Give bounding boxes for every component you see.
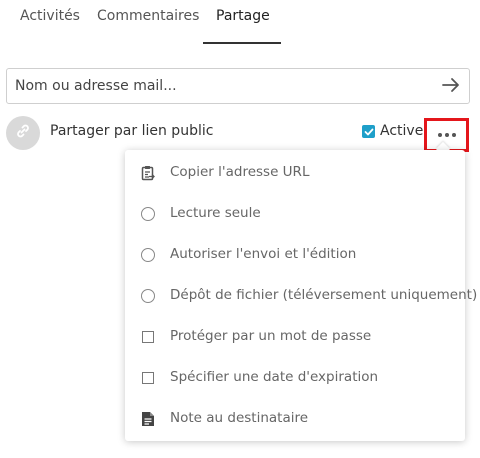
radio-icon [140,247,156,263]
note-icon [140,411,156,427]
link-avatar [6,116,40,150]
tab-activites[interactable]: Activités [20,8,80,24]
share-with-field [6,68,470,104]
menu-label-file-drop: Dépôt de fichier (téléversement uniqueme… [170,287,478,303]
public-link-row: Partager par lien public Activer [0,114,480,150]
public-link-label: Partager par lien public [50,123,214,139]
menu-label-password-protect: Protéger par un mot de passe [170,328,372,344]
share-with-input[interactable] [7,69,427,103]
enable-public-link-label[interactable]: Activer [380,123,429,139]
menu-item-read-only[interactable]: Lecture seule [125,193,465,234]
menu-item-copy-url[interactable]: Copier l'adresse URL [125,152,465,193]
ellipsis-icon [437,133,456,137]
menu-item-note-to-recipient[interactable]: Note au destinataire [125,398,465,439]
radio-icon [140,206,156,222]
tab-bar: Activités Commentaires Partage [0,0,480,44]
menu-item-expiration-date[interactable]: Spécifier une date d'expiration [125,357,465,398]
share-options-menu: Copier l'adresse URL Lecture seule Autor… [125,150,477,441]
menu-label-copy-url: Copier l'adresse URL [170,164,310,180]
active-tab-indicator [203,42,281,44]
menu-item-allow-upload-edit[interactable]: Autoriser l'envoi et l'édition [125,234,465,275]
checkbox-icon [140,329,156,345]
enable-public-link-checkbox[interactable] [362,125,375,138]
menu-label-read-only: Lecture seule [170,205,261,221]
clipboard-icon [140,165,156,181]
menu-label-allow-upload-edit: Autoriser l'envoi et l'édition [170,246,357,262]
menu-label-note-to-recipient: Note au destinataire [170,410,309,426]
tab-partage[interactable]: Partage [216,8,270,24]
checkbox-icon [140,370,156,386]
submit-share-button[interactable] [439,75,463,99]
menu-label-expiration-date: Spécifier une date d'expiration [170,369,379,385]
menu-item-file-drop[interactable]: Dépôt de fichier (téléversement uniqueme… [125,275,477,316]
radio-icon [140,288,156,304]
link-icon [15,123,31,143]
checkmark-icon [364,128,373,135]
menu-item-password-protect[interactable]: Protéger par un mot de passe [125,316,465,357]
arrow-right-icon [442,77,460,97]
tab-commentaires[interactable]: Commentaires [97,8,199,24]
